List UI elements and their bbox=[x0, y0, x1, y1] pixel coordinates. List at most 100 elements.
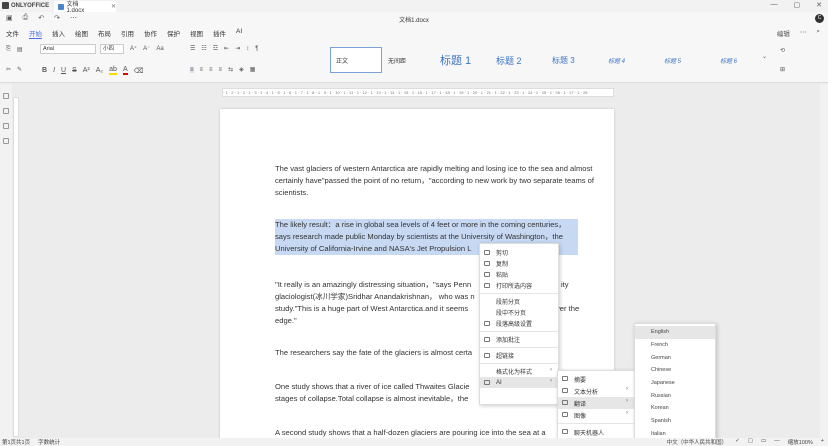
decrease-indent-icon[interactable]: ⇤ bbox=[224, 45, 229, 52]
document-tab[interactable]: 文档1.docx ✕ bbox=[54, 1, 116, 14]
menu-tab-7[interactable]: 保护 bbox=[167, 28, 180, 39]
chevron-down-icon[interactable]: ⌄ bbox=[762, 53, 767, 60]
style-0[interactable]: 正文 bbox=[330, 47, 382, 73]
change-case-icon[interactable]: Aa bbox=[156, 46, 163, 52]
menu-tab-1[interactable]: 开始 bbox=[29, 28, 42, 39]
paragraph-5-line-2[interactable]: stages of collapse.Total collapse is alm… bbox=[275, 393, 478, 405]
menu-item-format-as-style[interactable]: 格式化为样式 › bbox=[480, 366, 558, 377]
edit-mode-button[interactable]: 编辑 bbox=[777, 28, 790, 38]
more-menu-icon[interactable]: ⋯ bbox=[800, 28, 807, 38]
shading-icon[interactable]: ◈ bbox=[239, 66, 244, 73]
text-direction-icon[interactable]: ⇆ bbox=[228, 66, 233, 73]
vertical-ruler[interactable] bbox=[13, 97, 19, 437]
style-5[interactable]: 标题 4 bbox=[602, 47, 658, 73]
cut-icon[interactable]: ✂ bbox=[6, 66, 11, 73]
zoom-level[interactable]: 缩放100% bbox=[788, 438, 813, 446]
chat-panel-icon[interactable] bbox=[3, 138, 9, 144]
paragraph-4[interactable]: The researchers say the fate of the glac… bbox=[275, 347, 478, 359]
language-option-chinese[interactable]: Chinese bbox=[635, 364, 715, 377]
paragraph-1[interactable]: The vast glaciers of western Antarctica … bbox=[275, 163, 595, 199]
language-option-english[interactable]: English bbox=[635, 326, 715, 339]
language-option-french[interactable]: French bbox=[635, 339, 715, 352]
decrease-font-icon[interactable]: A⁻ bbox=[143, 45, 150, 52]
show-marks-icon[interactable]: ¶ bbox=[255, 46, 258, 52]
menu-item-page-break-before[interactable]: 段前分页 bbox=[480, 296, 558, 307]
menu-tab-0[interactable]: 文件 bbox=[6, 28, 19, 39]
language-option-spanish[interactable]: Spanish bbox=[635, 415, 715, 428]
font-name-select[interactable]: Arial bbox=[40, 44, 96, 54]
underline-icon[interactable]: U bbox=[61, 67, 66, 74]
clear-format-icon[interactable]: ⌫ bbox=[134, 67, 144, 75]
menu-item-add-comment[interactable]: 添加批注 bbox=[480, 334, 558, 345]
align-center-icon[interactable]: ≡ bbox=[200, 67, 204, 73]
style-6[interactable]: 标题 5 bbox=[658, 47, 714, 73]
paragraph-3-line-3-end[interactable]: ver the bbox=[556, 303, 586, 315]
menu-tab-5[interactable]: 引用 bbox=[121, 28, 134, 39]
ai-item-image[interactable]: 图像 › bbox=[558, 409, 634, 421]
navigation-panel-icon[interactable] bbox=[3, 123, 9, 129]
highlight-icon[interactable]: ab bbox=[109, 66, 117, 75]
paragraph-3-line-2[interactable]: glaciologist(冰川学家)Sridhar Anandakrishnan… bbox=[275, 291, 478, 303]
menu-item-paragraph-settings[interactable]: 段落高级设置 bbox=[480, 318, 558, 329]
menu-item-print-selection[interactable]: 打印所选内容 bbox=[480, 280, 558, 291]
align-left-icon[interactable]: ≡ bbox=[190, 66, 194, 73]
close-window-button[interactable]: ✕ bbox=[816, 1, 822, 9]
spellcheck-icon[interactable]: ✓ bbox=[735, 438, 740, 446]
font-color-icon[interactable]: A bbox=[122, 66, 128, 75]
fit-page-icon[interactable]: ▢ bbox=[748, 438, 753, 446]
paragraph-3-line-4[interactable]: edge." bbox=[275, 315, 478, 327]
zoom-out-icon[interactable]: — bbox=[774, 438, 780, 446]
paragraph-3-line-1-end[interactable]: ity bbox=[561, 279, 591, 291]
new-style-icon[interactable]: ⊞ bbox=[780, 66, 785, 73]
horizontal-ruler[interactable]: · 1 · 2 · 1 · 2 · 1 · 3 · 1 · 4 · 1 · 5 … bbox=[222, 88, 614, 97]
increase-font-icon[interactable]: A⁺ bbox=[130, 45, 137, 52]
style-1[interactable]: 无间距 bbox=[382, 47, 434, 73]
word-count-button[interactable]: 字数统计 bbox=[38, 438, 60, 446]
menu-item-copy[interactable]: 复制 bbox=[480, 258, 558, 269]
language-option-german[interactable]: German bbox=[635, 351, 715, 364]
ai-item-summary[interactable]: 摘要 bbox=[558, 373, 634, 385]
format-painter-icon[interactable]: ✎ bbox=[17, 66, 22, 73]
paragraph-3-line-3[interactable]: study."This is a huge part of West Antar… bbox=[275, 303, 478, 315]
subscript-icon[interactable]: A₂ bbox=[96, 67, 103, 74]
menu-item-keep-lines-together[interactable]: 段中不分页 bbox=[480, 307, 558, 318]
paragraph-5-line-1[interactable]: One study shows that a river of ice call… bbox=[275, 381, 478, 393]
menu-item-ai[interactable]: AI › bbox=[480, 377, 558, 388]
font-size-select[interactable]: 小四 bbox=[100, 44, 124, 54]
italic-icon[interactable]: I bbox=[53, 67, 55, 74]
language-option-japanese[interactable]: Japanese bbox=[635, 377, 715, 390]
menu-item-paste[interactable]: 粘贴 bbox=[480, 269, 558, 280]
zoom-in-icon[interactable]: + bbox=[821, 438, 824, 446]
search-panel-icon[interactable] bbox=[3, 93, 9, 99]
style-7[interactable]: 标题 6 bbox=[714, 47, 770, 73]
style-4[interactable]: 标题 3 bbox=[546, 47, 602, 73]
ai-item-translate[interactable]: 翻译 › bbox=[558, 397, 634, 409]
language-option-korean[interactable]: Korean bbox=[635, 402, 715, 415]
comments-panel-icon[interactable] bbox=[3, 108, 9, 114]
style-2[interactable]: 标题 1 bbox=[434, 47, 490, 73]
maximize-button[interactable]: ▢ bbox=[794, 1, 801, 9]
avatar[interactable]: C bbox=[815, 14, 824, 23]
bold-icon[interactable]: B bbox=[42, 67, 47, 74]
bullet-list-icon[interactable]: ☰ bbox=[190, 45, 195, 52]
paste-icon[interactable]: ▤ bbox=[17, 46, 23, 53]
menu-tab-4[interactable]: 布局 bbox=[98, 28, 111, 39]
numbered-list-icon[interactable]: ☷ bbox=[201, 45, 206, 52]
menu-tab-10[interactable]: AI bbox=[236, 28, 242, 39]
minimize-button[interactable]: — bbox=[771, 1, 778, 9]
menu-tab-6[interactable]: 协作 bbox=[144, 28, 157, 39]
ai-item-chatbot[interactable]: 聊天机器人 bbox=[558, 426, 634, 438]
menu-item-hyperlink[interactable]: 超链接 bbox=[480, 350, 558, 361]
line-spacing-icon[interactable]: ↕ bbox=[246, 46, 249, 52]
ai-item-text-analysis[interactable]: 文本分析 › bbox=[558, 385, 634, 397]
increase-indent-icon[interactable]: ⇥ bbox=[235, 45, 240, 52]
multilevel-list-icon[interactable]: ☲ bbox=[213, 45, 218, 52]
align-right-icon[interactable]: ≡ bbox=[209, 67, 213, 73]
menu-tab-3[interactable]: 绘图 bbox=[75, 28, 88, 39]
search-icon[interactable]: ⌕ bbox=[816, 28, 820, 38]
copy-style-icon[interactable]: ⟲ bbox=[780, 47, 785, 54]
style-3[interactable]: 标题 2 bbox=[490, 47, 546, 73]
close-tab-icon[interactable]: ✕ bbox=[111, 3, 116, 10]
menu-tab-2[interactable]: 插入 bbox=[52, 28, 65, 39]
superscript-icon[interactable]: A² bbox=[83, 67, 90, 74]
